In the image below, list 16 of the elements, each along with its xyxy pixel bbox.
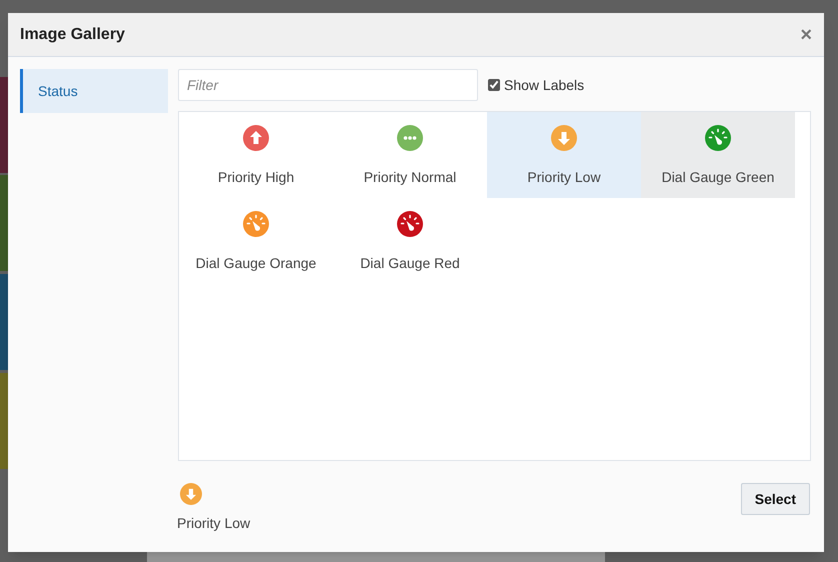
category-tab[interactable]: Status bbox=[20, 69, 168, 113]
filter-field[interactable]: Filter bbox=[178, 69, 478, 101]
dialog-title: Image Gallery bbox=[20, 24, 125, 44]
image-tile[interactable]: Dial Gauge Green bbox=[641, 112, 795, 198]
select-button[interactable]: Select bbox=[740, 483, 810, 515]
image-label: Priority Low bbox=[527, 168, 601, 187]
show-labels-checkbox[interactable] bbox=[488, 79, 500, 91]
image-label: Dial Gauge Red bbox=[360, 254, 460, 273]
image-label: Priority High bbox=[218, 168, 294, 187]
image-label: Dial Gauge Green bbox=[662, 168, 774, 187]
image-label: Dial Gauge Orange bbox=[196, 254, 316, 273]
show-labels-label: Show Labels bbox=[504, 76, 584, 94]
preview-label: Priority Low bbox=[177, 514, 250, 533]
image-label: Priority Normal bbox=[364, 168, 456, 187]
close-button[interactable]: × bbox=[800, 24, 812, 44]
image-tile[interactable]: Priority Low bbox=[487, 112, 641, 198]
